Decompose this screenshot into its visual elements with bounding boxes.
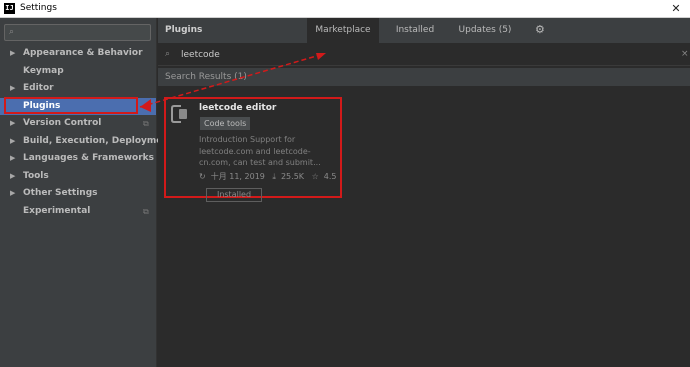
annotation-arrow [139, 53, 326, 112]
